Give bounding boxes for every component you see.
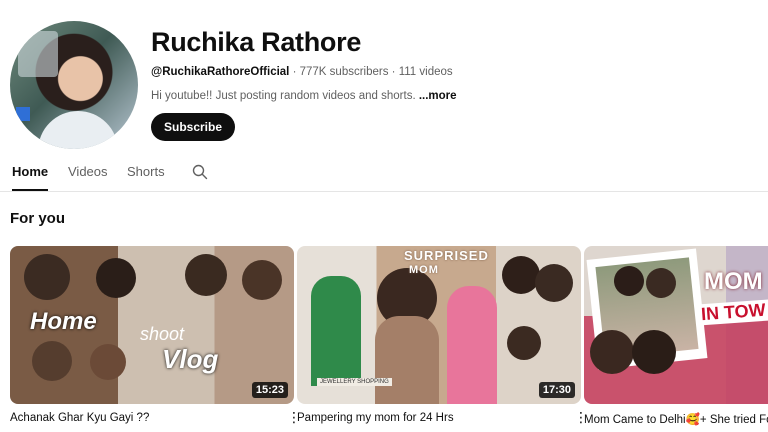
subscribe-button[interactable]: Subscribe	[151, 113, 236, 141]
section-title: For you	[10, 210, 65, 227]
video-card-clip: MOM IN TOW Mom Came to Delhi🥰+ She tried…	[584, 246, 768, 432]
tab-home[interactable]: Home	[12, 164, 49, 191]
video-title[interactable]: Mom Came to Delhi🥰+ She tried Fo	[584, 412, 768, 426]
tab-videos[interactable]: Videos	[68, 164, 108, 191]
channel-meta: @RuchikaRathoreOfficial · 777K subscribe…	[151, 66, 453, 78]
video-card[interactable]: Home shoot Vlog 15:23 Achanak Ghar Kyu G…	[10, 246, 301, 424]
video-count: 111 videos	[398, 66, 453, 78]
description-text: Hi youtube!! Just posting random videos …	[151, 90, 419, 102]
thumbnail-text: JEWELLERY SHOPPING	[317, 378, 392, 386]
subscriber-count: 777K subscribers	[299, 66, 389, 78]
channel-avatar[interactable]	[10, 21, 138, 149]
tab-shorts[interactable]: Shorts	[127, 164, 165, 191]
thumbnail-text: MOM	[409, 264, 439, 276]
video-title[interactable]: Pampering my mom for 24 Hrs	[297, 412, 454, 424]
more-link[interactable]: ...more	[419, 90, 457, 102]
thumbnail-text: SURPRISED	[404, 248, 489, 263]
meta-separator: ·	[289, 66, 300, 78]
video-card[interactable]: MOM IN TOW Mom Came to Delhi🥰+ She tried…	[584, 246, 768, 426]
channel-handle[interactable]: @RuchikaRathoreOfficial	[151, 66, 289, 78]
video-title[interactable]: Achanak Ghar Kyu Gayi ??	[10, 412, 149, 424]
video-duration: 15:23	[251, 382, 288, 398]
video-thumbnail[interactable]: MOM IN TOW	[584, 246, 768, 404]
channel-name: Ruchika Rathore	[151, 27, 362, 57]
meta-separator: ·	[388, 66, 399, 78]
video-thumbnail[interactable]: SURPRISED MOM JEWELLERY SHOPPING 17:30	[297, 246, 581, 404]
thumbnail-text: MOM	[704, 268, 763, 295]
channel-tabs: Home Videos Shorts	[0, 160, 768, 192]
video-thumbnail[interactable]: Home shoot Vlog 15:23	[10, 246, 294, 404]
thumbnail-text: Vlog	[162, 344, 219, 374]
channel-description[interactable]: Hi youtube!! Just posting random videos …	[151, 90, 457, 102]
thumbnail-text: shoot	[140, 324, 185, 344]
video-duration: 17:30	[538, 382, 575, 398]
search-icon[interactable]	[192, 164, 208, 180]
thumbnail-text: Home	[30, 308, 97, 335]
video-card[interactable]: SURPRISED MOM JEWELLERY SHOPPING 17:30 P…	[297, 246, 588, 424]
